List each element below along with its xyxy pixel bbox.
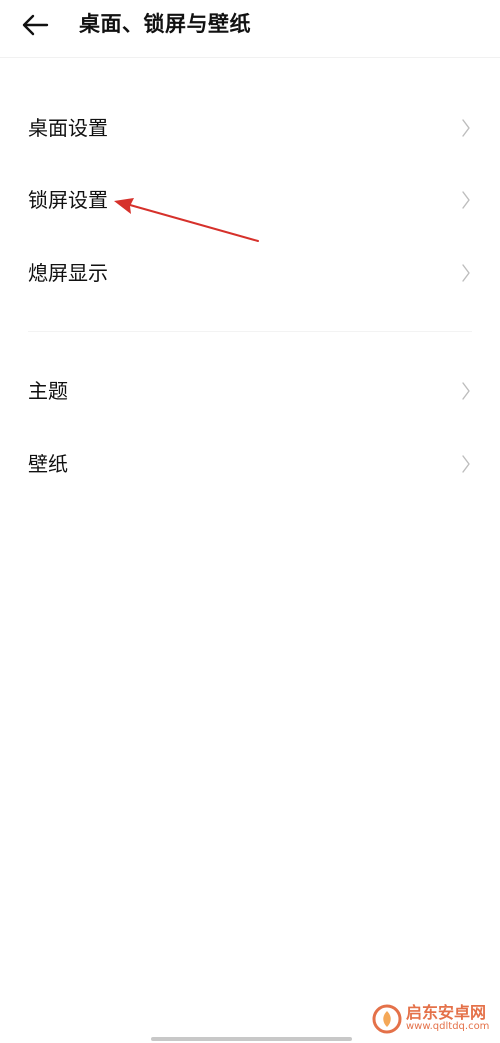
watermark-url: www.qdltdq.com	[406, 1021, 490, 1033]
menu-item-label: 壁纸	[28, 452, 68, 476]
watermark-logo-icon	[372, 1004, 402, 1034]
top-app-bar: 桌面、锁屏与壁纸	[0, 0, 500, 58]
back-button[interactable]	[18, 10, 52, 40]
chevron-right-icon	[462, 191, 470, 209]
arrow-left-icon	[22, 14, 49, 36]
chevron-right-icon	[462, 119, 470, 137]
menu-item-label: 桌面设置	[28, 116, 108, 140]
menu-item-label: 熄屏显示	[28, 261, 108, 285]
section-divider	[28, 331, 472, 332]
chevron-right-icon	[462, 455, 470, 473]
menu-item-label: 锁屏设置	[28, 188, 108, 212]
chevron-right-icon	[462, 382, 470, 400]
menu-item-theme[interactable]: 主题	[0, 361, 500, 421]
site-watermark: 启东安卓网 www.qdltdq.com	[372, 996, 489, 1042]
menu-item-always-on-display[interactable]: 熄屏显示	[0, 243, 500, 303]
menu-item-wallpaper[interactable]: 壁纸	[0, 434, 500, 494]
settings-page: 桌面、锁屏与壁纸 桌面设置 锁屏设置 熄屏显示 主题 壁纸 启东安卓网 www.…	[0, 0, 500, 1043]
menu-item-lockscreen-settings[interactable]: 锁屏设置	[0, 170, 500, 230]
chevron-right-icon	[462, 264, 470, 282]
home-indicator[interactable]	[151, 1037, 352, 1041]
page-title: 桌面、锁屏与壁纸	[79, 12, 251, 36]
watermark-name: 启东安卓网	[406, 1003, 487, 1023]
menu-item-desktop-settings[interactable]: 桌面设置	[0, 98, 500, 158]
menu-item-label: 主题	[28, 379, 68, 403]
